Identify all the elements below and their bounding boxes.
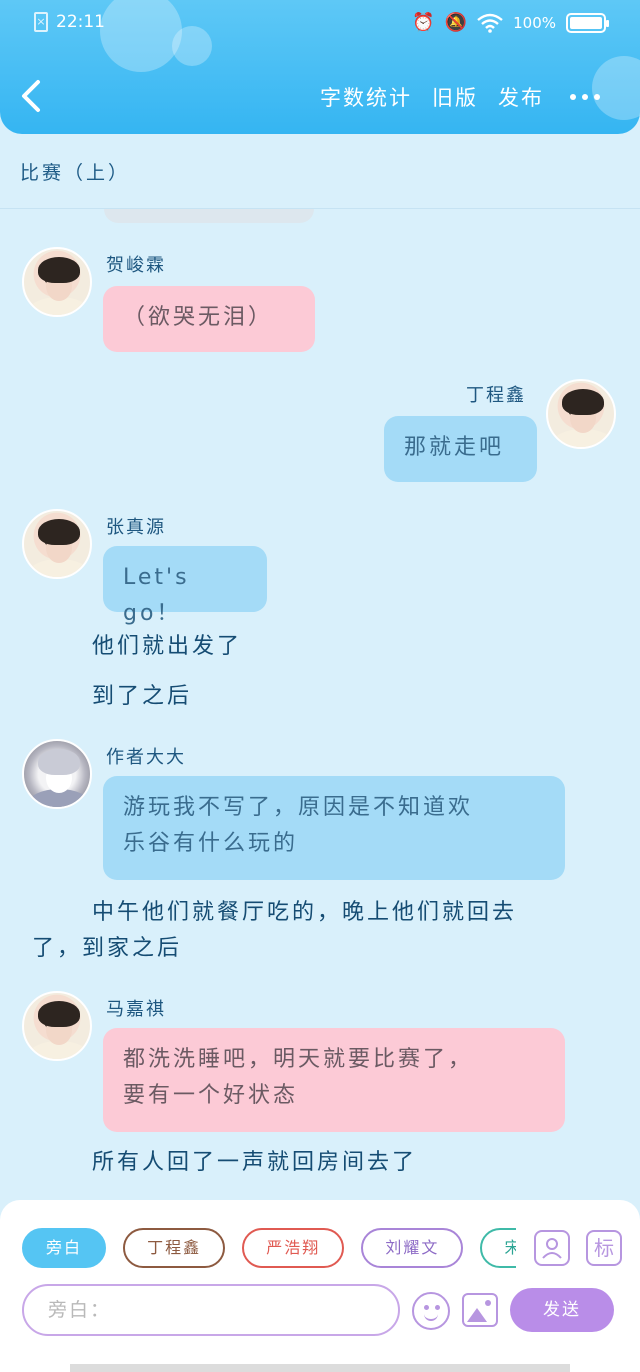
role-chip[interactable]: 刘耀文 [361, 1228, 464, 1268]
avatar[interactable] [22, 991, 92, 1061]
publish-button[interactable]: 发布 [498, 82, 544, 112]
speaker-name: 丁程鑫 [466, 385, 526, 406]
role-chip[interactable]: 丁程鑫 [123, 1228, 226, 1268]
role-chip[interactable]: 严浩翔 [242, 1228, 345, 1268]
narration-text[interactable]: 到了之后 [92, 679, 192, 715]
avatar[interactable] [546, 379, 616, 449]
message-bubble[interactable]: （欲哭无泪） [103, 286, 315, 352]
status-time: 22:11 [56, 12, 105, 32]
narration-text[interactable]: 中午他们就餐厅吃的，晚上他们就回去 了，到家之后 [32, 895, 602, 967]
message-bubble[interactable]: 那就走吧 [384, 416, 537, 482]
speaker-name: 张真源 [106, 517, 166, 538]
speaker-name: 马嘉祺 [106, 999, 166, 1020]
person-icon [542, 1238, 562, 1259]
more-icon[interactable] [570, 94, 600, 100]
send-button[interactable]: 发送 [510, 1288, 614, 1332]
author-avatar[interactable] [22, 739, 92, 809]
avatar[interactable] [22, 509, 92, 579]
mark-icon[interactable]: 标 [586, 1230, 622, 1266]
status-bar: × 22:11 ⏰ 🔕 100% [0, 0, 640, 48]
mute-bell-icon: 🔕 [444, 12, 468, 33]
story-content: 贺峻霖 （欲哭无泪） 丁程鑫 那就走吧 张真源 Let's go！ 他们就出发了… [0, 209, 640, 1199]
back-button[interactable] [18, 76, 52, 120]
narration-line: 中午他们就餐厅吃的，晚上他们就回去 [92, 900, 518, 925]
narration-text[interactable]: 他们就出发了 [92, 629, 242, 665]
message-line: 游玩我不写了，原因是不知道欢 [123, 795, 474, 820]
role-chip[interactable]: 宋亚轩 [480, 1228, 516, 1268]
alarm-icon: ⏰ [412, 12, 435, 33]
home-indicator [70, 1364, 570, 1372]
sim-card-icon: × [34, 12, 48, 32]
speaker-name: 作者大大 [106, 747, 186, 768]
top-header: × 22:11 ⏰ 🔕 100% 字数统计 旧版 发布 [0, 0, 640, 134]
message-bubble[interactable]: 游玩我不写了，原因是不知道欢 乐谷有什么玩的 [103, 776, 565, 880]
battery-percent: 100% [513, 13, 556, 32]
message-bubble[interactable]: Let's go！ [103, 546, 267, 626]
message-line: 要有一个好状态 [123, 1083, 299, 1108]
role-chip-row: 旁白 丁程鑫 严浩翔 刘耀文 宋亚轩 [22, 1228, 516, 1272]
role-chip-narrator[interactable]: 旁白 [22, 1228, 107, 1268]
nav-bar: 字数统计 旧版 发布 [0, 74, 640, 124]
speaker-name: 贺峻霖 [106, 255, 166, 276]
word-count-button[interactable]: 字数统计 [320, 82, 412, 112]
editor-panel: 旁白 丁程鑫 严浩翔 刘耀文 宋亚轩 标 旁白： 发送 [0, 1200, 640, 1372]
chevron-left-icon [22, 80, 40, 112]
image-icon[interactable] [462, 1293, 498, 1327]
narration-text[interactable]: 所有人回了一声就回房间去了 [92, 1145, 417, 1181]
message-bubble[interactable]: 都洗洗睡吧，明天就要比赛了， 要有一个好状态 [103, 1028, 565, 1132]
wifi-icon [477, 13, 503, 33]
emoji-icon[interactable] [412, 1292, 450, 1330]
message-input[interactable]: 旁白： [22, 1284, 400, 1336]
chapter-title[interactable]: 比赛（上） [20, 158, 130, 185]
old-version-button[interactable]: 旧版 [432, 82, 478, 112]
partial-message-bubble [104, 209, 314, 223]
avatar[interactable] [22, 247, 92, 317]
contact-icon[interactable] [534, 1230, 570, 1266]
message-line: 都洗洗睡吧，明天就要比赛了， [123, 1047, 474, 1072]
narration-line: 了，到家之后 [32, 936, 183, 961]
message-line: 乐谷有什么玩的 [123, 831, 299, 856]
battery-icon [566, 12, 609, 33]
